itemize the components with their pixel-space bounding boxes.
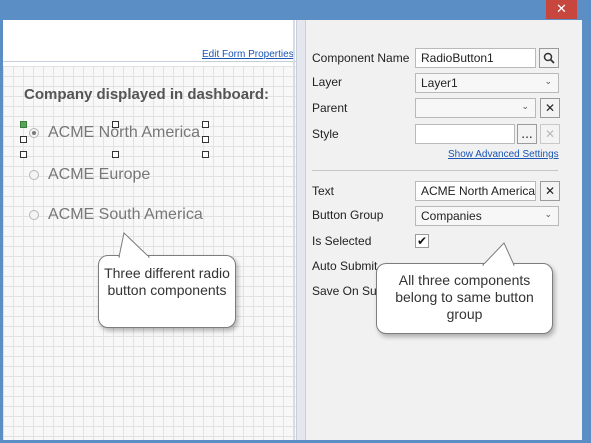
properties-divider bbox=[312, 170, 558, 171]
show-advanced-settings-link[interactable]: Show Advanced Settings bbox=[448, 149, 559, 160]
radio-circle-icon[interactable] bbox=[29, 170, 39, 180]
radio-acme-south-america[interactable]: ACME South America bbox=[29, 206, 203, 224]
style-input[interactable] bbox=[415, 124, 515, 144]
resize-handle-bottom-right[interactable] bbox=[202, 151, 209, 158]
callout-tail bbox=[118, 232, 151, 258]
canvas-header-divider bbox=[3, 61, 296, 62]
parent-clear-button[interactable]: ✕ bbox=[540, 98, 560, 118]
form-canvas: Edit Form Properties bbox=[3, 20, 303, 440]
is-selected-label: Is Selected bbox=[312, 234, 372, 248]
parent-select[interactable]: ⌄ bbox=[415, 98, 536, 118]
text-label: Text bbox=[312, 184, 335, 198]
callout-three-radio-buttons: Three different radio button components bbox=[98, 255, 236, 328]
resize-handle-bottom-left[interactable] bbox=[20, 151, 27, 158]
callout-text: All three components belong to same butt… bbox=[395, 272, 534, 322]
radio-circle-icon[interactable] bbox=[29, 210, 39, 220]
callout-text: Three different radio button components bbox=[104, 265, 230, 298]
text-clear-button[interactable]: ✕ bbox=[540, 181, 560, 201]
resize-handle-top-right[interactable] bbox=[202, 121, 209, 128]
callout-tail bbox=[482, 242, 515, 266]
edit-form-properties-link[interactable]: Edit Form Properties bbox=[202, 49, 294, 60]
radio-label: ACME North America bbox=[48, 124, 201, 141]
resize-handle-top[interactable] bbox=[112, 121, 119, 128]
layer-select[interactable]: Layer1 ⌄ bbox=[415, 73, 559, 93]
resize-handle-left[interactable] bbox=[20, 136, 27, 143]
form-heading[interactable]: Company displayed in dashboard: bbox=[24, 86, 269, 103]
layer-select-value: Layer1 bbox=[421, 76, 458, 90]
window-close-button[interactable]: ✕ bbox=[546, 0, 577, 19]
chevron-down-icon: ⌄ bbox=[521, 102, 529, 112]
style-label: Style bbox=[312, 127, 339, 141]
text-input[interactable]: ACME North America bbox=[415, 181, 536, 201]
component-name-input[interactable]: RadioButton1 bbox=[415, 48, 536, 68]
window-titlebar bbox=[0, 0, 591, 20]
layer-label: Layer bbox=[312, 75, 343, 89]
panel-splitter[interactable] bbox=[296, 20, 306, 440]
search-icon bbox=[543, 52, 555, 64]
window-right-border bbox=[582, 20, 591, 443]
button-group-select[interactable]: Companies ⌄ bbox=[415, 206, 559, 226]
canvas-edge bbox=[293, 20, 295, 440]
radio-circle-icon[interactable] bbox=[29, 128, 39, 138]
parent-label: Parent bbox=[312, 101, 348, 115]
component-name-label: Component Name bbox=[312, 51, 410, 65]
chevron-down-icon: ⌄ bbox=[544, 77, 552, 87]
style-browse-button[interactable]: ... bbox=[517, 124, 537, 144]
chevron-down-icon: ⌄ bbox=[544, 210, 552, 220]
radio-acme-europe[interactable]: ACME Europe bbox=[29, 166, 150, 184]
resize-handle-right[interactable] bbox=[202, 136, 209, 143]
resize-handle-bottom[interactable] bbox=[112, 151, 119, 158]
selection-anchor-handle[interactable] bbox=[20, 121, 27, 128]
style-clear-button[interactable]: ✕ bbox=[540, 124, 560, 144]
component-search-button[interactable] bbox=[539, 48, 559, 68]
callout-same-button-group: All three components belong to same butt… bbox=[376, 263, 553, 334]
auto-submit-label: Auto Submit bbox=[312, 259, 378, 273]
radio-label: ACME Europe bbox=[48, 166, 151, 183]
button-group-label: Button Group bbox=[312, 208, 384, 222]
save-on-submit-label: Save On Sub bbox=[312, 284, 384, 298]
radio-label: ACME South America bbox=[48, 206, 203, 223]
button-group-value: Companies bbox=[421, 209, 482, 223]
is-selected-checkbox[interactable]: ✔ bbox=[415, 234, 429, 248]
